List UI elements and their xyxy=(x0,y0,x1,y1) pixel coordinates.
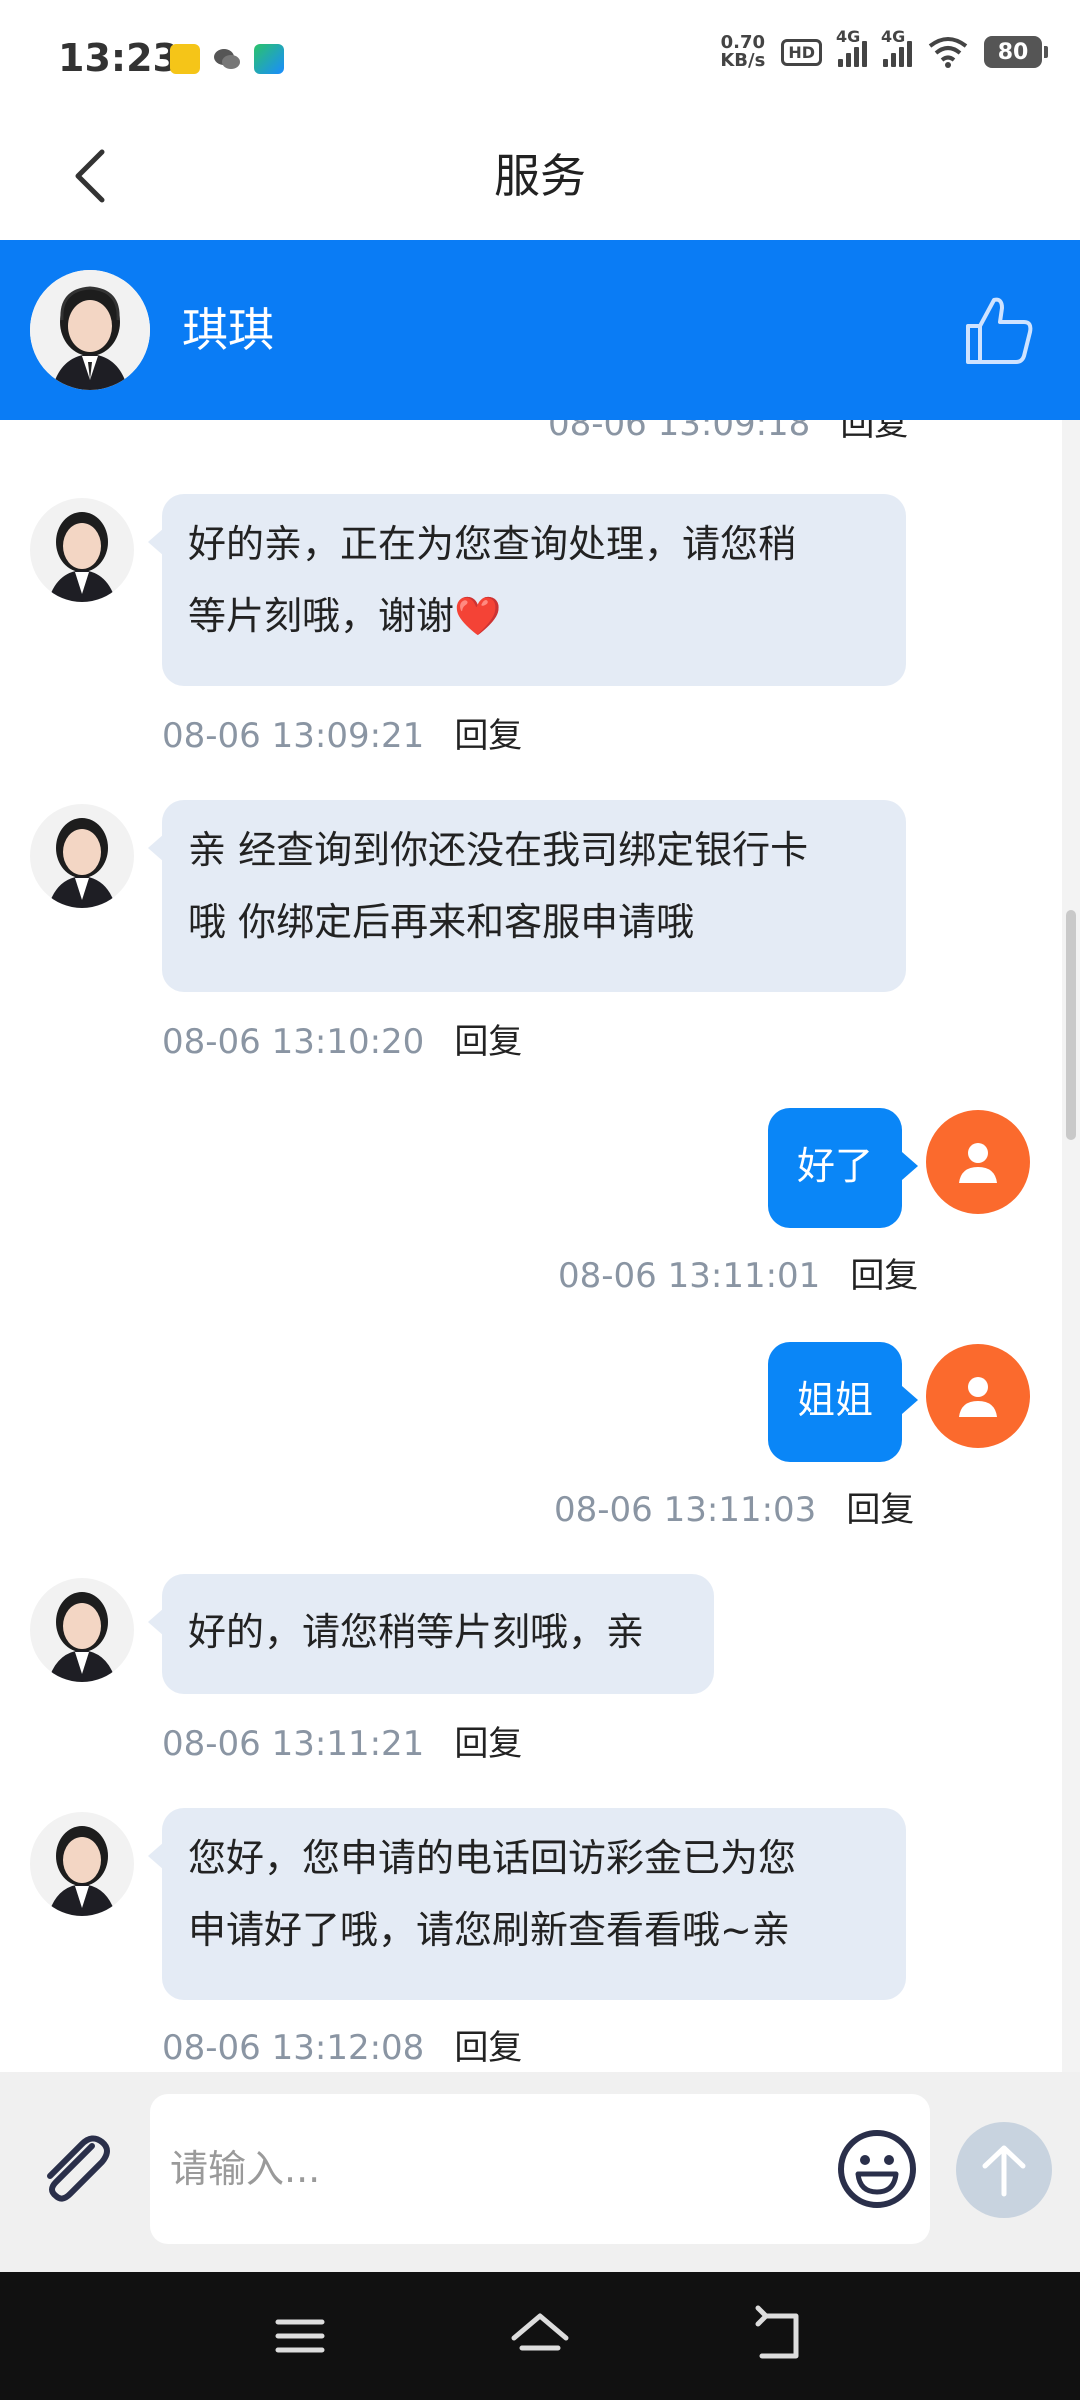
status-notification-icons xyxy=(170,44,284,74)
message-time: 08-06 13:10:20 xyxy=(162,1022,425,1062)
user-message-bubble[interactable]: 姐姐 xyxy=(768,1342,918,1462)
status-time: 13:23 xyxy=(58,36,179,80)
agent-avatar xyxy=(30,498,134,602)
battery-indicator: 80 xyxy=(984,36,1048,68)
back-nav-button[interactable] xyxy=(748,2304,812,2368)
message-meta: 08-06 13:12:08 回复 xyxy=(162,2020,522,2069)
chat-area[interactable]: 08-06 13:09:18 回复 好的亲，正在为您查询处理，请您稍 等片刻哦，谢… xyxy=(0,420,1080,2072)
message-input[interactable] xyxy=(170,2134,770,2204)
agent-avatar xyxy=(30,1578,134,1682)
message-meta: 08-06 13:10:20 回复 xyxy=(162,1014,522,1063)
signal-2-icon: 4G xyxy=(881,27,912,67)
attach-button[interactable] xyxy=(30,2124,122,2216)
user-message-bubble[interactable]: 好了 xyxy=(768,1108,918,1228)
thumbs-up-icon xyxy=(966,297,1033,364)
reply-link[interactable]: 回复 xyxy=(454,1022,522,1062)
message-meta: 08-06 13:11:21 回复 xyxy=(162,1716,522,1765)
agent-portrait-icon xyxy=(30,1578,134,1682)
like-button[interactable] xyxy=(960,290,1040,370)
arrow-up-icon xyxy=(982,2145,1026,2197)
status-indicators: 0.70 KB/s HD 4G 4G 80 xyxy=(720,27,1048,71)
hd-badge: HD xyxy=(781,38,822,66)
message-time: 08-06 13:09:18 xyxy=(548,420,811,444)
wifi-icon xyxy=(928,37,968,68)
agent-portrait-icon xyxy=(30,804,134,908)
system-nav-bar xyxy=(0,2272,1080,2400)
reply-link[interactable]: 回复 xyxy=(850,1256,918,1296)
menu-icon xyxy=(275,2319,325,2353)
network-speed: 0.70 KB/s xyxy=(720,32,766,71)
agent-avatar xyxy=(30,1812,134,1916)
message-bubble[interactable]: 亲 经查询到你还没在我司绑定银行卡 哦 你绑定后再来和客服申请哦 xyxy=(148,800,906,992)
agent-portrait-icon xyxy=(30,1812,134,1916)
message-bubble[interactable]: 好的亲，正在为您查询处理，请您稍 等片刻哦，谢谢❤️ xyxy=(148,494,906,686)
person-icon xyxy=(959,1143,997,1183)
message-meta: 08-06 13:11:03 回复 xyxy=(554,1482,914,1531)
message-meta: 08-06 13:11:01 回复 xyxy=(558,1248,918,1297)
message-bubble[interactable]: 您好，您申请的电话回访彩金已为您 申请好了哦，请您刷新查看看哦~亲 xyxy=(148,1808,906,2000)
user-avatar xyxy=(926,1344,1030,1448)
home-icon xyxy=(511,2313,569,2351)
message-time: 08-06 13:09:21 xyxy=(162,716,425,756)
message-time: 08-06 13:12:08 xyxy=(162,2028,425,2068)
reply-link[interactable]: 回复 xyxy=(454,1724,522,1764)
message-time: 08-06 13:11:03 xyxy=(554,1490,817,1530)
chat-scrollbar[interactable] xyxy=(1062,420,1080,2072)
message-input-box xyxy=(150,2094,930,2244)
reply-link[interactable]: 回复 xyxy=(454,2028,522,2068)
input-bar xyxy=(0,2072,1080,2272)
message-time: 08-06 13:11:01 xyxy=(558,1256,821,1296)
agent-name: 琪琪 xyxy=(182,303,274,357)
smiley-icon xyxy=(838,2130,916,2208)
person-icon xyxy=(959,1377,997,1417)
message-bubble[interactable]: 好的，请您稍等片刻哦，亲 xyxy=(148,1574,714,1694)
menu-nav-button[interactable] xyxy=(268,2304,332,2368)
home-nav-button[interactable] xyxy=(508,2304,572,2368)
emoji-button[interactable] xyxy=(832,2124,922,2214)
signal-1-icon: 4G xyxy=(836,27,867,67)
message-meta: 08-06 13:09:21 回复 xyxy=(162,708,522,757)
agent-header: 琪琪 xyxy=(0,240,1080,420)
return-icon xyxy=(755,2305,799,2359)
page-title: 服务 xyxy=(494,149,586,203)
message-meta: 08-06 13:09:18 回复 xyxy=(548,420,908,445)
send-button[interactable] xyxy=(956,2122,1052,2218)
scroll-thumb[interactable] xyxy=(1066,910,1076,1140)
title-bar: 服务 xyxy=(0,112,1080,240)
video-app-icon xyxy=(254,44,284,74)
message-time: 08-06 13:11:21 xyxy=(162,1724,425,1764)
wechat-icon xyxy=(214,49,240,69)
agent-portrait-icon xyxy=(30,498,134,602)
agent-avatar xyxy=(30,270,150,390)
paperclip-icon xyxy=(47,2135,110,2202)
news-app-icon xyxy=(170,44,200,74)
reply-link[interactable]: 回复 xyxy=(846,1490,914,1530)
agent-portrait-icon xyxy=(30,270,150,390)
agent-avatar xyxy=(30,804,134,908)
reply-link[interactable]: 回复 xyxy=(840,420,908,444)
user-avatar xyxy=(926,1110,1030,1214)
status-bar: 13:23 0.70 KB/s HD 4G 4G 80 xyxy=(0,0,1080,112)
reply-link[interactable]: 回复 xyxy=(454,716,522,756)
